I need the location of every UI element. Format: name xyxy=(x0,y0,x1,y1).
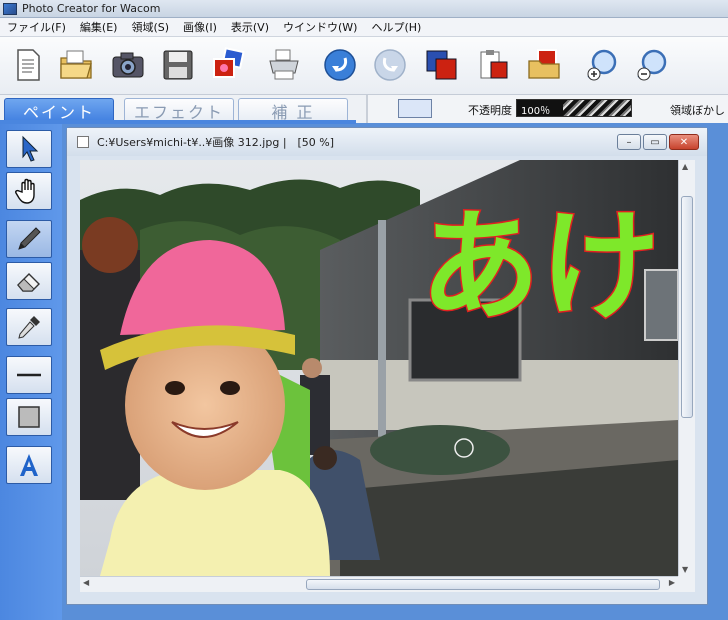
painted-text: あけ xyxy=(420,198,660,337)
image-canvas[interactable]: あけ xyxy=(80,160,678,576)
print-button[interactable] xyxy=(264,45,304,85)
tool-options-bar: 不透明度 100％ 領域ぼかし xyxy=(366,95,728,123)
print-icon xyxy=(269,49,299,80)
menu-edit[interactable]: 編集(E) xyxy=(73,19,125,35)
scroll-down-arrow[interactable]: ▼ xyxy=(682,565,688,574)
zoom-in-icon xyxy=(587,49,617,81)
scroll-left-arrow[interactable]: ◀ xyxy=(83,578,89,587)
area-blur-label: 領域ぼかし xyxy=(670,104,725,117)
maximize-button[interactable]: ▭ xyxy=(643,134,667,150)
minimize-button[interactable]: – xyxy=(617,134,641,150)
rectangle-tool-icon xyxy=(18,406,40,428)
eyedropper-icon xyxy=(18,316,40,339)
close-button[interactable]: ✕ xyxy=(669,134,699,150)
paste-clipboard-icon xyxy=(480,50,508,79)
hand-tool-button[interactable] xyxy=(6,172,52,210)
camera-button[interactable] xyxy=(108,45,148,85)
new-document-icon xyxy=(17,49,40,81)
line-tool-icon xyxy=(17,373,41,377)
eraser-tool-button[interactable] xyxy=(6,262,52,300)
tool-panel xyxy=(0,124,62,620)
text-tool-icon xyxy=(20,454,38,476)
zoom-out-icon xyxy=(637,49,667,81)
horizontal-scrollbar[interactable]: ◀ ▶ xyxy=(80,576,678,592)
undo-icon xyxy=(324,49,356,81)
eraser-icon xyxy=(17,273,40,292)
redo-icon xyxy=(374,49,406,81)
menu-window[interactable]: ウインドウ(W) xyxy=(276,19,364,35)
new-document-button[interactable] xyxy=(8,45,48,85)
copy-image-button[interactable] xyxy=(422,45,462,85)
photo-image: あけ xyxy=(80,160,678,576)
save-button[interactable] xyxy=(158,45,198,85)
menu-file[interactable]: ファイル(F) xyxy=(0,19,73,35)
menu-view[interactable]: 表示(V) xyxy=(224,19,276,35)
paste-button[interactable] xyxy=(474,45,514,85)
camera-icon xyxy=(112,52,144,78)
main-toolbar xyxy=(0,37,728,95)
document-icon xyxy=(77,136,89,148)
opacity-label: 不透明度 xyxy=(468,104,512,117)
menu-image[interactable]: 画像(I) xyxy=(176,19,224,35)
app-title: Photo Creator for Wacom xyxy=(22,2,161,15)
line-tool-button[interactable] xyxy=(6,356,52,394)
open-folder-button[interactable] xyxy=(56,45,96,85)
document-titlebar[interactable]: C:¥Users¥michi-t¥..¥画像 312.jpg | [50 %] … xyxy=(67,128,707,156)
app-titlebar: Photo Creator for Wacom xyxy=(0,0,728,18)
vertical-scroll-thumb[interactable] xyxy=(681,196,693,418)
photo-stack-button[interactable] xyxy=(208,45,248,85)
open-image-folder-button[interactable] xyxy=(524,45,564,85)
color-swatch[interactable] xyxy=(398,99,432,118)
opacity-slider[interactable]: 100％ xyxy=(516,99,632,117)
hand-pan-icon xyxy=(15,178,35,204)
menu-help[interactable]: ヘルプ(H) xyxy=(364,19,428,35)
vertical-scrollbar[interactable]: ▲ ▼ xyxy=(678,160,695,576)
scroll-up-arrow[interactable]: ▲ xyxy=(682,162,688,171)
scroll-corner xyxy=(678,576,695,592)
redo-button[interactable] xyxy=(370,45,410,85)
horizontal-scroll-thumb[interactable] xyxy=(306,579,660,590)
copy-image-icon xyxy=(426,50,457,80)
menu-selection[interactable]: 領域(S) xyxy=(124,19,176,35)
menu-bar: ファイル(F) 編集(E) 領域(S) 画像(I) 表示(V) ウインドウ(W)… xyxy=(0,18,728,37)
photo-stack-icon xyxy=(213,47,245,78)
brush-tool-button[interactable] xyxy=(6,220,52,258)
text-tool-button[interactable] xyxy=(6,446,52,484)
arrow-select-icon xyxy=(22,135,39,162)
zoom-out-button[interactable] xyxy=(632,45,672,85)
document-window: C:¥Users¥michi-t¥..¥画像 312.jpg | [50 %] … xyxy=(66,127,708,605)
rectangle-tool-button[interactable] xyxy=(6,398,52,436)
select-tool-button[interactable] xyxy=(6,130,52,168)
opacity-value: 100％ xyxy=(521,106,551,117)
save-disk-icon xyxy=(163,50,193,80)
zoom-in-button[interactable] xyxy=(582,45,622,85)
open-image-folder-icon xyxy=(528,49,560,79)
open-folder-icon xyxy=(60,50,92,79)
scroll-right-arrow[interactable]: ▶ xyxy=(669,578,675,587)
document-title: C:¥Users¥michi-t¥..¥画像 312.jpg | [50 %] xyxy=(97,136,335,149)
undo-button[interactable] xyxy=(320,45,360,85)
eyedropper-tool-button[interactable] xyxy=(6,308,52,346)
app-logo-icon xyxy=(3,2,17,15)
brush-pen-icon xyxy=(18,227,41,250)
